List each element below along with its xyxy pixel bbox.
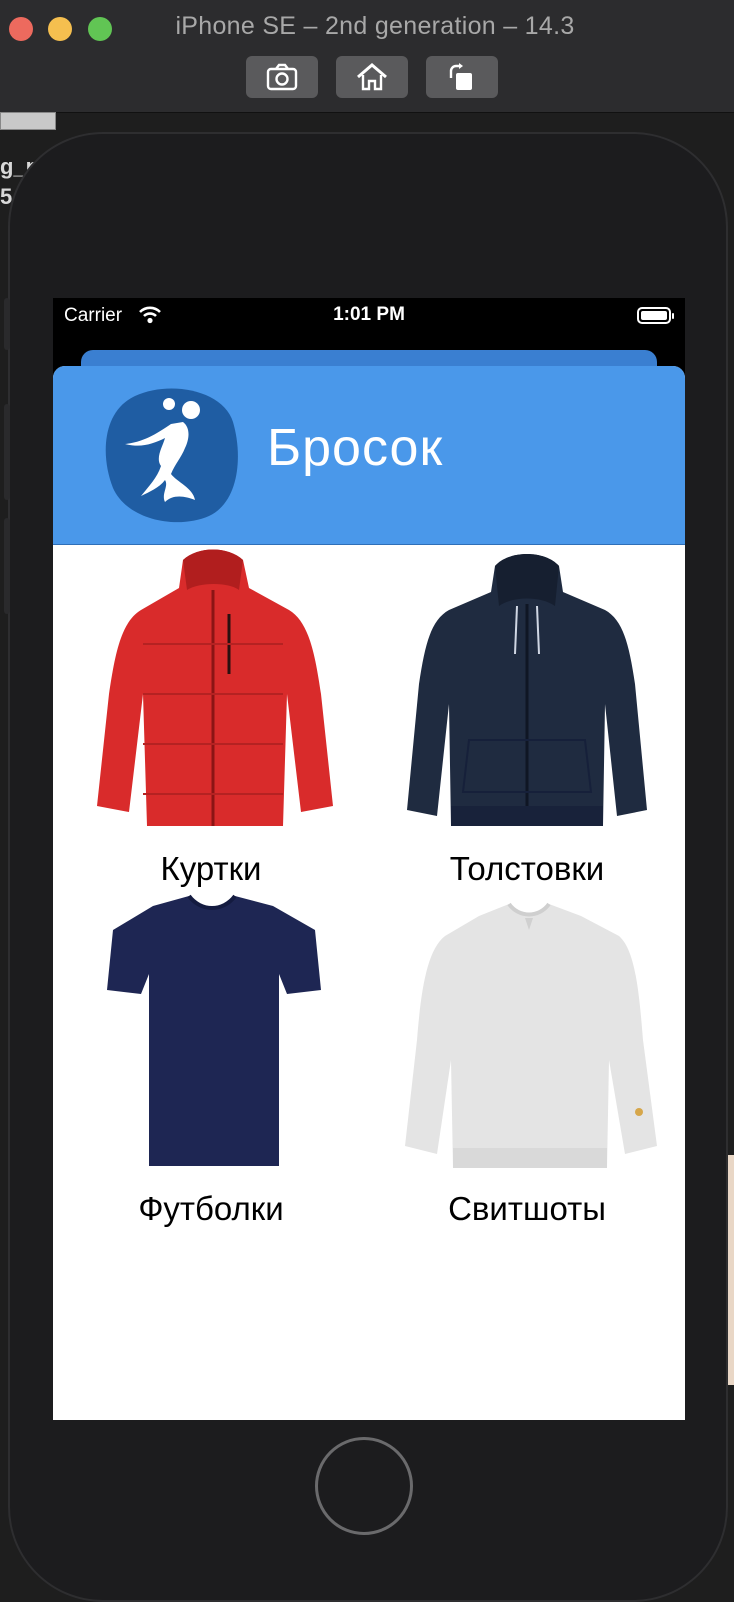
catalog-sheet: Бросок Куртки Толстовки Футболки Свитшот… <box>53 366 685 1420</box>
home-toolbar-button[interactable] <box>336 56 408 98</box>
volume-up-button <box>4 404 10 500</box>
brand-header: Бросок <box>53 366 685 545</box>
mute-switch <box>4 298 10 350</box>
category-label: Куртки <box>160 850 262 887</box>
desktop-thumbnail <box>0 112 56 130</box>
home-icon <box>357 63 387 91</box>
window-title: iPhone SE – 2nd generation – 14.3 <box>175 12 575 40</box>
navy-tshirt-image <box>107 894 321 1166</box>
brand-name: Бросок <box>267 419 444 477</box>
category-label: Толстовки <box>449 850 605 887</box>
status-time: 1:01 PM <box>333 304 405 325</box>
screenshot-button[interactable] <box>246 56 318 98</box>
category-item-tshirts[interactable]: Футболки <box>53 890 369 1228</box>
minimize-window-button[interactable] <box>48 17 72 41</box>
rotate-button[interactable] <box>426 56 498 98</box>
device-screen: Carrier 1:01 PM Бросок Куртки Толстовки … <box>53 298 685 1420</box>
grey-sweatshirt-image <box>405 902 657 1168</box>
category-item-hoodies[interactable]: Толстовки <box>369 544 685 887</box>
zoom-window-button[interactable] <box>88 17 112 41</box>
battery-icon <box>637 307 674 324</box>
category-label: Свитшоты <box>448 1190 606 1227</box>
volume-down-button <box>4 518 10 614</box>
category-item-sweatshirts[interactable]: Свитшоты <box>369 890 685 1228</box>
red-jacket-image <box>97 549 333 826</box>
category-item-jackets[interactable]: Куртки <box>53 544 369 887</box>
category-label: Футболки <box>138 1190 284 1227</box>
simulator-titlebar: iPhone SE – 2nd generation – 14.3 <box>0 0 734 113</box>
camera-icon <box>266 63 298 91</box>
close-window-button[interactable] <box>9 17 33 41</box>
status-bar: Carrier 1:01 PM <box>53 298 685 338</box>
device-home-button[interactable] <box>315 1437 413 1535</box>
rotate-icon <box>449 63 472 90</box>
brand-logo-icon <box>105 388 238 523</box>
navy-hoodie-image <box>407 554 647 826</box>
